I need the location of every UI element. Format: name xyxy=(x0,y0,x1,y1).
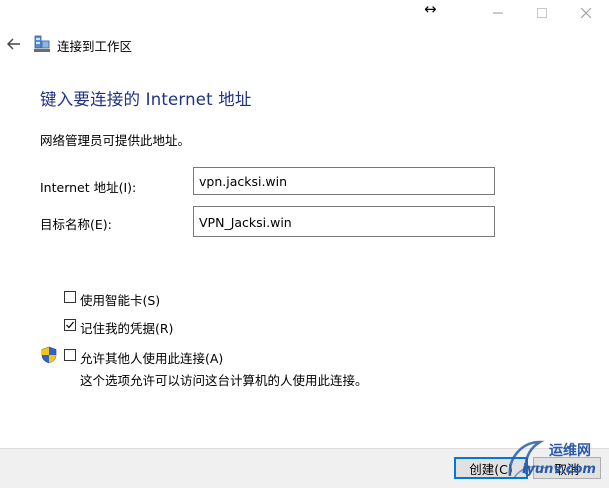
description-text: 网络管理员可提供此地址。 xyxy=(40,133,191,148)
page-heading: 键入要连接的 Internet 地址 xyxy=(40,90,252,109)
window-title: 连接到工作区 xyxy=(57,39,133,54)
internet-address-label: Internet 地址(I): xyxy=(40,180,137,195)
maximize-button[interactable] xyxy=(522,0,562,26)
checkmark-icon xyxy=(66,321,74,329)
internet-address-input[interactable] xyxy=(193,167,495,195)
uac-shield-icon xyxy=(41,346,57,364)
destination-name-input[interactable] xyxy=(193,206,495,237)
remember-credentials-label[interactable]: 记住我的凭据(R) xyxy=(80,318,173,337)
close-button[interactable] xyxy=(566,0,606,26)
allow-others-checkbox[interactable] xyxy=(64,349,76,361)
back-button[interactable] xyxy=(2,32,26,56)
destination-name-label: 目标名称(E): xyxy=(40,217,112,232)
close-icon xyxy=(581,8,591,18)
allow-others-label[interactable]: 允许其他人使用此连接(A) xyxy=(80,348,223,367)
resize-horizontal-icon: ↔ xyxy=(424,0,437,18)
network-workplace-icon xyxy=(33,35,51,53)
watermark-text-en: iyunv.com xyxy=(522,462,596,477)
remember-credentials-checkbox[interactable] xyxy=(64,319,76,331)
back-arrow-icon xyxy=(7,38,20,50)
watermark-text-cn: 运维网 xyxy=(549,443,591,459)
smart-card-label[interactable]: 使用智能卡(S) xyxy=(80,290,160,309)
maximize-icon xyxy=(537,8,547,18)
allow-others-description: 这个选项允许可以访问这台计算机的人使用此连接。 xyxy=(80,373,368,388)
smart-card-checkbox[interactable] xyxy=(64,291,76,303)
minimize-icon xyxy=(493,12,503,14)
minimize-button[interactable] xyxy=(478,0,518,26)
